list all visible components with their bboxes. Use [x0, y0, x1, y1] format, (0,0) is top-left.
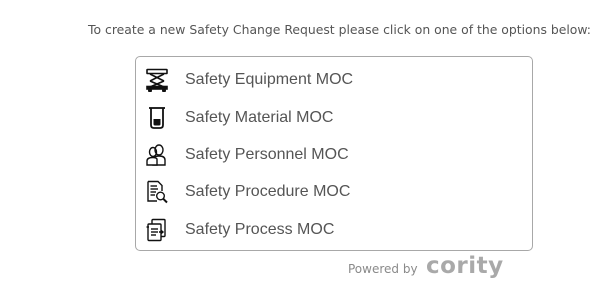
- option-label: Safety Procedure MOC: [185, 183, 351, 200]
- process-icon: [145, 218, 169, 242]
- scissor-lift-icon: [145, 68, 169, 92]
- instruction-text: To create a new Safety Change Request pl…: [88, 22, 591, 37]
- cority-logo: cority: [426, 253, 504, 279]
- option-safety-process-moc[interactable]: Safety Process MOC: [136, 213, 532, 247]
- option-safety-personnel-moc[interactable]: Safety Personnel MOC: [136, 138, 532, 172]
- option-label: Safety Material MOC: [185, 109, 334, 126]
- option-safety-material-moc[interactable]: Safety Material MOC: [136, 101, 532, 135]
- option-label: Safety Equipment MOC: [185, 71, 354, 88]
- option-label: Safety Personnel MOC: [185, 146, 349, 163]
- people-icon: [145, 143, 169, 167]
- powered-by-text: Powered by: [348, 262, 418, 276]
- document-search-icon: [145, 180, 169, 204]
- option-label: Safety Process MOC: [185, 221, 335, 238]
- option-safety-procedure-moc[interactable]: Safety Procedure MOC: [136, 175, 532, 209]
- beaker-icon: [145, 106, 169, 130]
- option-safety-equipment-moc[interactable]: Safety Equipment MOC: [136, 63, 532, 97]
- options-panel: Safety Equipment MOC Safety Material MOC: [135, 56, 533, 251]
- page: To create a new Safety Change Request pl…: [0, 0, 600, 292]
